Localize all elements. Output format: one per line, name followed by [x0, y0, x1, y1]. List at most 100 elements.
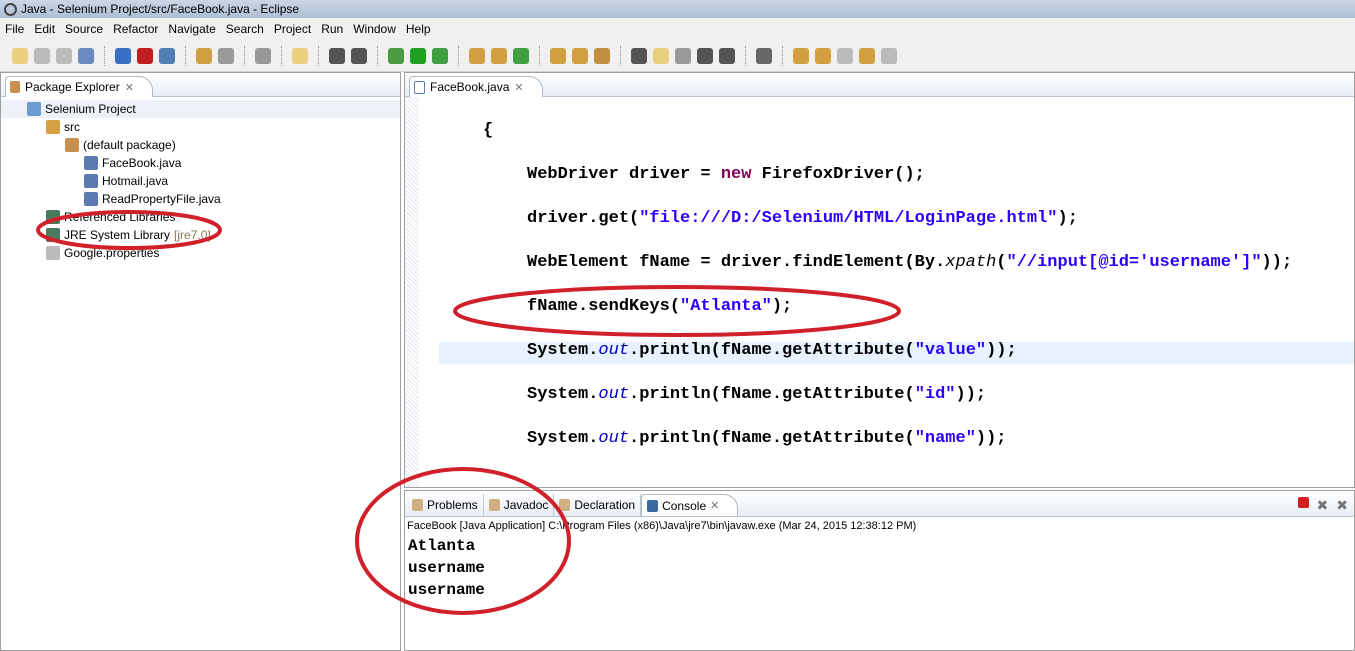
code-line: System.out.println(fName.getAttribute("n…	[527, 427, 1007, 451]
tab-javadoc[interactable]: Javadoc	[484, 494, 555, 516]
toolbar-button[interactable]	[572, 47, 588, 64]
code-token: "Atlanta"	[680, 297, 772, 316]
toolbar-button[interactable]	[631, 47, 647, 64]
tree-item[interactable]: Referenced Libraries	[1, 208, 400, 226]
code-line: WebDriver driver = new FirefoxDriver();	[527, 163, 925, 187]
tree-item[interactable]: (default package)	[1, 136, 400, 154]
tree-item[interactable]: ReadPropertyFile.java	[1, 190, 400, 208]
toolbar-button[interactable]	[159, 47, 175, 64]
toolbar-separator	[244, 45, 245, 66]
toolbar-button[interactable]	[218, 47, 234, 64]
code-token: ));	[1261, 253, 1293, 272]
toolbar-button[interactable]	[12, 47, 28, 64]
close-icon[interactable]: ✕	[514, 81, 523, 94]
console-output-line: username	[408, 581, 485, 599]
window-title: Java - Selenium Project/src/FaceBook.jav…	[21, 2, 300, 16]
toolbar-button[interactable]	[550, 47, 566, 64]
code-line: fName.sendKeys("Atlanta");	[527, 295, 792, 319]
console-output-line: username	[408, 559, 485, 577]
code-token: FirefoxDriver();	[751, 165, 925, 184]
tree-item-suffix: [jre7.0]	[174, 228, 211, 242]
code-area[interactable]: {WebDriver driver = new FirefoxDriver();…	[405, 97, 1354, 487]
toolbar-button[interactable]	[137, 47, 153, 64]
bottom-tabs: Problems Javadoc Declaration Console ✕	[405, 491, 1354, 517]
toolbar-button[interactable]	[594, 47, 610, 64]
toolbar-button[interactable]	[255, 47, 271, 64]
toolbar-button[interactable]	[653, 47, 669, 64]
code-editor[interactable]: FaceBook.java ✕ {WebDriver driver = new F…	[404, 72, 1355, 488]
source-folder-icon	[46, 120, 60, 134]
toolbar-button[interactable]	[756, 47, 772, 64]
toolbar-button[interactable]	[719, 47, 735, 64]
toolbar-separator	[539, 45, 540, 66]
menu-source[interactable]: Source	[60, 22, 108, 36]
console-toolbar: ✖ ✖	[1297, 497, 1348, 514]
tree-item[interactable]: src	[1, 118, 400, 136]
menu-bar: File Edit Source Refactor Navigate Search Proj…	[0, 18, 1355, 40]
menu-search[interactable]: Search	[221, 22, 269, 36]
toolbar-button[interactable]	[859, 47, 875, 64]
tree-item[interactable]: Selenium Project	[1, 100, 400, 118]
tree-item[interactable]: Google.properties	[1, 244, 400, 262]
toolbar-button[interactable]	[56, 47, 72, 64]
tab-facebook-java[interactable]: FaceBook.java ✕	[409, 76, 543, 97]
toolbar-button[interactable]	[292, 47, 308, 64]
code-line: System.out.println(fName.getAttribute("v…	[527, 339, 1017, 363]
tab-declaration[interactable]: Declaration	[554, 494, 642, 516]
toolbar-button[interactable]	[491, 47, 507, 64]
tab-package-explorer[interactable]: Package Explorer ✕	[5, 76, 153, 97]
remove-launch-icon[interactable]: ✖	[1317, 497, 1329, 514]
menu-edit[interactable]: Edit	[29, 22, 60, 36]
toolbar-separator	[318, 45, 319, 66]
toolbar-button[interactable]	[697, 47, 713, 64]
toolbar-button[interactable]	[410, 47, 426, 64]
library-icon	[46, 228, 60, 242]
tree-item[interactable]: Hotmail.java	[1, 172, 400, 190]
code-token: ));	[986, 341, 1017, 360]
close-icon[interactable]: ✕	[710, 499, 719, 512]
toolbar-button[interactable]	[469, 47, 485, 64]
tab-label: Console	[662, 498, 707, 513]
code-token: xpath	[945, 253, 997, 272]
toolbar-button[interactable]	[815, 47, 831, 64]
toolbar-button[interactable]	[78, 47, 94, 64]
toolbar-button[interactable]	[34, 47, 50, 64]
toolbar-button[interactable]	[196, 47, 212, 64]
menu-run[interactable]: Run	[316, 22, 348, 36]
menu-window[interactable]: Window	[348, 22, 401, 36]
code-token: .println(fName.getAttribute(	[629, 341, 915, 360]
toolbar-button[interactable]	[432, 47, 448, 64]
code-token: "file:///D:/Selenium/HTML/LoginPage.html…	[639, 209, 1058, 228]
toolbar-button[interactable]	[793, 47, 809, 64]
java-file-icon	[84, 174, 98, 188]
menu-project[interactable]: Project	[269, 22, 316, 36]
toolbar-button[interactable]	[388, 47, 404, 64]
tab-console[interactable]: Console ✕	[641, 494, 739, 516]
code-token: System.	[527, 341, 599, 360]
java-file-icon	[84, 156, 98, 170]
console-output-line: Atlanta	[408, 537, 476, 555]
tab-problems[interactable]: Problems	[407, 494, 484, 516]
menu-help[interactable]: Help	[401, 22, 436, 36]
code-token: "name"	[914, 429, 976, 448]
toolbar-button[interactable]	[513, 47, 529, 64]
toolbar-button[interactable]	[675, 47, 691, 64]
toolbar-button[interactable]	[881, 47, 897, 64]
tree-item[interactable]: JRE System Library [jre7.0]	[1, 226, 400, 244]
tab-label: Declaration	[574, 498, 636, 512]
toolbar-button[interactable]	[115, 47, 131, 64]
toolbar-separator	[745, 45, 746, 66]
console-output[interactable]: Atlanta username username	[405, 535, 1354, 601]
code-token: WebDriver driver =	[527, 165, 721, 184]
toolbar-button[interactable]	[351, 47, 367, 64]
toolbar-button[interactable]	[329, 47, 345, 64]
close-icon[interactable]: ✕	[125, 81, 134, 94]
menu-refactor[interactable]: Refactor	[108, 22, 163, 36]
toolbar-button[interactable]	[837, 47, 853, 64]
remove-all-icon[interactable]: ✖	[1336, 497, 1348, 514]
menu-file[interactable]: File	[0, 22, 29, 36]
code-token: new	[720, 165, 752, 184]
terminate-icon[interactable]	[1297, 497, 1309, 508]
tree-item[interactable]: FaceBook.java	[1, 154, 400, 172]
menu-navigate[interactable]: Navigate	[163, 22, 220, 36]
